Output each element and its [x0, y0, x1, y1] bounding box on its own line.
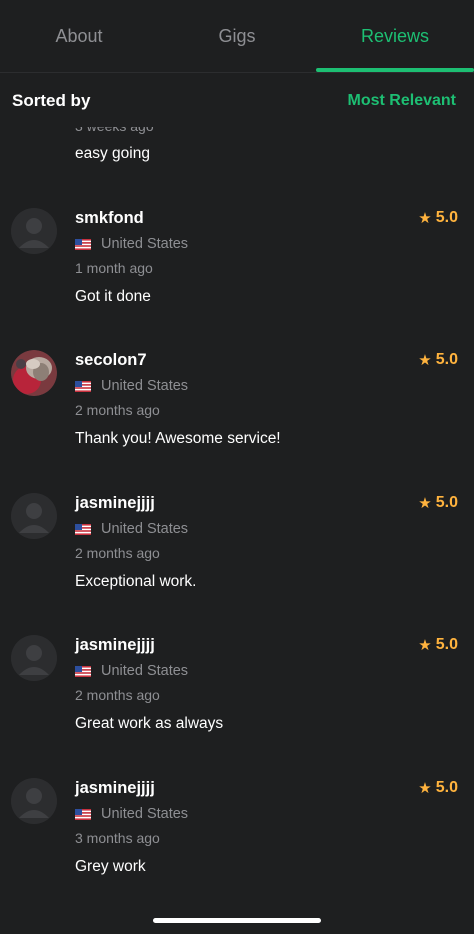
review-time: 1 month ago: [75, 260, 153, 276]
star-icon: ★: [418, 779, 432, 797]
profile-tabs: About Gigs Reviews: [0, 0, 474, 73]
tab-about[interactable]: About: [0, 0, 158, 72]
rating-value: 5.0: [435, 636, 458, 653]
review-time: 3 months ago: [75, 830, 160, 846]
star-icon: ★: [418, 636, 432, 654]
reviewer-country: United States: [101, 663, 189, 679]
us-flag-icon: [75, 808, 91, 820]
reviewer-name[interactable]: jasminejjjj: [75, 779, 155, 798]
us-flag-icon: [75, 665, 91, 677]
rating: ★ 5.0: [418, 494, 458, 512]
reviewer-country: United States: [101, 806, 189, 822]
review-item: jasminejjjj ★ 5.0 United States 2 months…: [0, 635, 474, 755]
rating: ★ 5.0: [418, 779, 458, 797]
reviews-list[interactable]: 3 weeks ago easy going smkfond ★ 5.0 Uni…: [0, 0, 474, 934]
default-avatar-icon[interactable]: [11, 493, 57, 539]
rating-value: 5.0: [435, 209, 458, 226]
sorted-by-label: Sorted by: [12, 91, 91, 110]
rating-value: 5.0: [435, 494, 458, 511]
review-text: Got it done: [75, 288, 151, 305]
active-tab-indicator: [316, 68, 474, 72]
rating: ★ 5.0: [418, 636, 458, 654]
us-flag-icon: [75, 380, 91, 392]
sort-bar: Sorted by Most Relevant: [0, 73, 474, 127]
country-row: United States: [75, 236, 188, 252]
user-photo-avatar[interactable]: [11, 350, 57, 396]
star-icon: ★: [418, 351, 432, 369]
star-icon: ★: [418, 494, 432, 512]
review-time: 2 months ago: [75, 402, 160, 418]
rating-value: 5.0: [435, 351, 458, 368]
reviewer-country: United States: [101, 378, 189, 394]
review-text: Thank you! Awesome service!: [75, 430, 281, 447]
tab-reviews[interactable]: Reviews: [316, 0, 474, 72]
default-avatar-icon[interactable]: [11, 635, 57, 681]
rating: ★ 5.0: [418, 209, 458, 227]
us-flag-icon: [75, 238, 91, 250]
review-text: Grey work: [75, 858, 146, 875]
country-row: United States: [75, 806, 188, 822]
review-time: 2 months ago: [75, 687, 160, 703]
home-indicator[interactable]: [153, 918, 321, 923]
reviews-screen: 3 weeks ago easy going smkfond ★ 5.0 Uni…: [0, 0, 474, 934]
sort-dropdown[interactable]: Most Relevant: [348, 92, 456, 110]
review-time: 2 months ago: [75, 545, 160, 561]
rating-value: 5.0: [435, 779, 458, 796]
country-row: United States: [75, 663, 188, 679]
reviewer-name[interactable]: smkfond: [75, 209, 144, 228]
review-item: jasminejjjj ★ 5.0 United States 2 months…: [0, 493, 474, 613]
reviewer-country: United States: [101, 236, 189, 252]
reviewer-name[interactable]: secolon7: [75, 351, 147, 370]
us-flag-icon: [75, 523, 91, 535]
review-item: secolon7 ★ 5.0 United States 2 months ag…: [0, 350, 474, 470]
star-icon: ★: [418, 209, 432, 227]
reviewer-name[interactable]: jasminejjjj: [75, 636, 155, 655]
review-text: easy going: [75, 145, 150, 162]
review-text: Exceptional work.: [75, 573, 197, 590]
review-item: smkfond ★ 5.0 United States 1 month ago …: [0, 208, 474, 328]
tab-gigs[interactable]: Gigs: [158, 0, 316, 72]
review-text: Great work as always: [75, 715, 224, 732]
rating: ★ 5.0: [418, 351, 458, 369]
country-row: United States: [75, 378, 188, 394]
default-avatar-icon[interactable]: [11, 778, 57, 824]
reviewer-name[interactable]: jasminejjjj: [75, 494, 155, 513]
review-item: jasminejjjj ★ 5.0 United States 3 months…: [0, 778, 474, 898]
country-row: United States: [75, 521, 188, 537]
reviewer-country: United States: [101, 521, 189, 537]
default-avatar-icon[interactable]: [11, 208, 57, 254]
